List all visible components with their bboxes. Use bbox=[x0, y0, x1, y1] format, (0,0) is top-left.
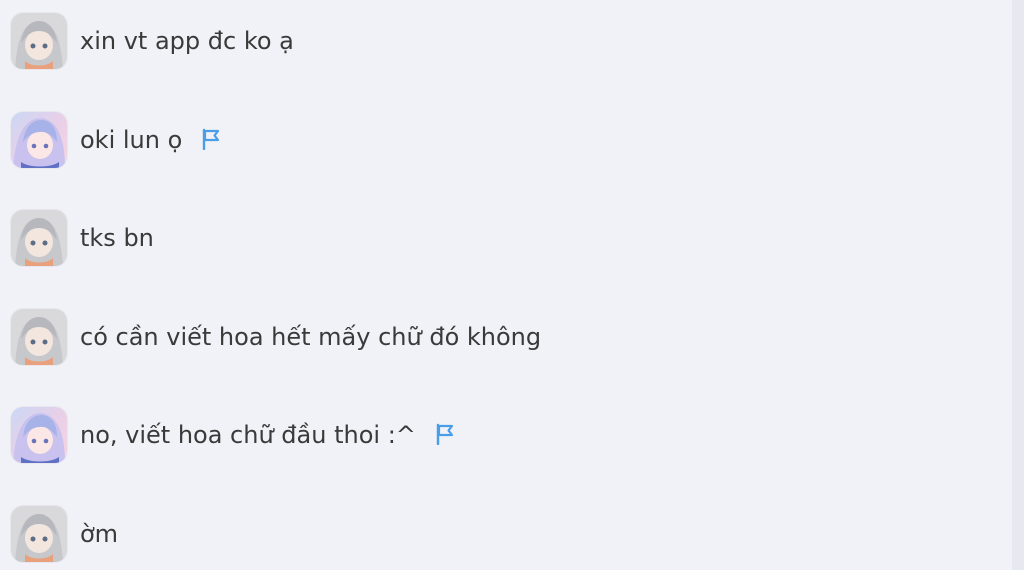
gray-hair-avatar[interactable] bbox=[11, 506, 67, 562]
chat-message-list: xin vt app đc ko ạ oki lun ọ tks bn có c… bbox=[0, 0, 1024, 570]
message-text: no, viết hoa chữ đầu thoi :^ bbox=[80, 421, 416, 449]
gray-hair-avatar[interactable] bbox=[11, 13, 67, 69]
chat-message[interactable]: ờm bbox=[0, 506, 1024, 564]
chat-message[interactable]: có cần viết hoa hết mấy chữ đó không bbox=[0, 309, 1024, 367]
message-text: tks bn bbox=[80, 224, 154, 252]
message-text: xin vt app đc ko ạ bbox=[80, 27, 294, 55]
chat-message[interactable]: xin vt app đc ko ạ bbox=[0, 13, 1024, 71]
chat-message[interactable]: tks bn bbox=[0, 210, 1024, 268]
message-text-row: no, viết hoa chữ đầu thoi :^ bbox=[80, 420, 456, 450]
chat-message[interactable]: oki lun ọ bbox=[0, 112, 1024, 170]
message-text-row: ờm bbox=[80, 519, 118, 549]
flag-icon[interactable] bbox=[200, 127, 222, 151]
scrollbar-track[interactable] bbox=[1012, 0, 1024, 570]
message-text: có cần viết hoa hết mấy chữ đó không bbox=[80, 323, 542, 351]
message-text: oki lun ọ bbox=[80, 126, 183, 154]
message-text: ờm bbox=[80, 520, 119, 548]
pastel-hair-avatar[interactable] bbox=[11, 407, 67, 463]
message-text-row: có cần viết hoa hết mấy chữ đó không bbox=[80, 322, 541, 352]
flag-icon[interactable] bbox=[434, 422, 456, 446]
message-text-row: tks bn bbox=[80, 223, 154, 253]
pastel-hair-avatar[interactable] bbox=[11, 112, 67, 168]
gray-hair-avatar[interactable] bbox=[11, 309, 67, 365]
chat-message[interactable]: no, viết hoa chữ đầu thoi :^ bbox=[0, 407, 1024, 465]
message-text-row: oki lun ọ bbox=[80, 125, 222, 155]
message-text-row: xin vt app đc ko ạ bbox=[80, 26, 294, 56]
gray-hair-avatar[interactable] bbox=[11, 210, 67, 266]
